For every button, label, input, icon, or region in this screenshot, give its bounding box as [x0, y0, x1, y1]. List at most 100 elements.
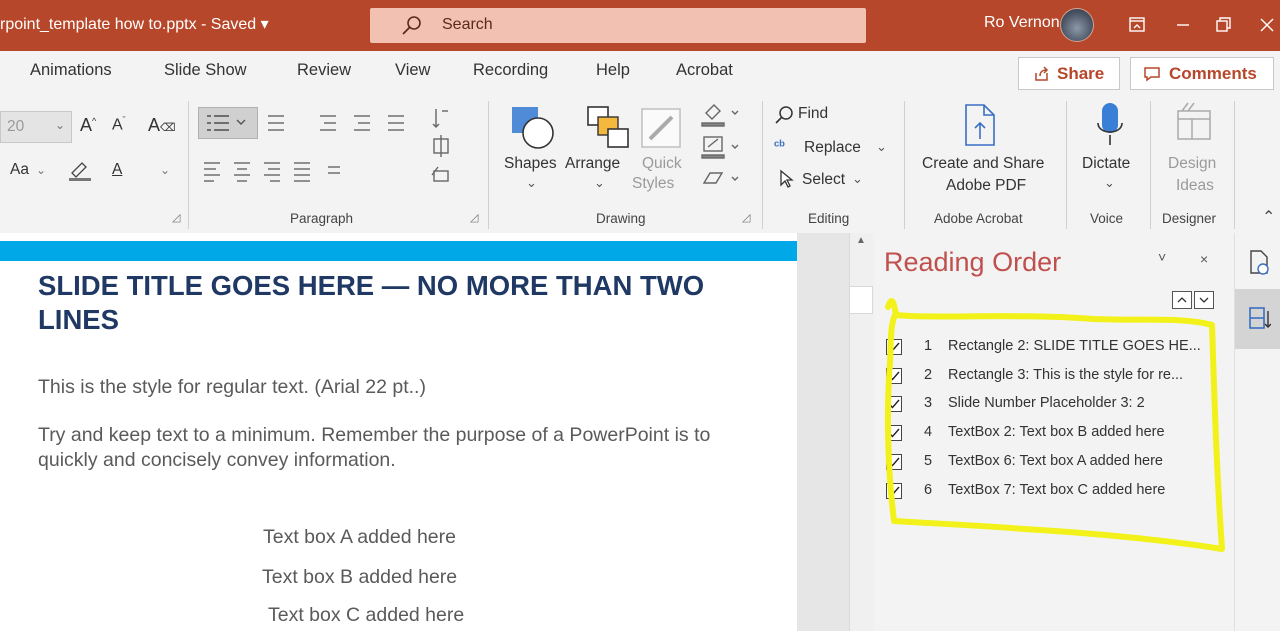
microphone-icon: [1097, 103, 1123, 145]
group-label-editing: Editing: [808, 211, 850, 226]
ideas-label[interactable]: Ideas: [1176, 177, 1214, 195]
bullets-button[interactable]: [198, 107, 258, 139]
share-button[interactable]: Share: [1018, 57, 1120, 90]
move-up-button[interactable]: [1172, 291, 1192, 309]
group-label-adobe: Adobe Acrobat: [934, 211, 1023, 226]
alignment-icons[interactable]: [200, 157, 360, 185]
chevron-down-icon: [1199, 297, 1209, 303]
document-title[interactable]: rpoint_template how to.pptx - Saved ▾: [0, 14, 269, 34]
accessibility-check-icon[interactable]: [1247, 249, 1271, 277]
text-box-b[interactable]: Text box B added here: [262, 565, 457, 590]
list-item[interactable]: 3 Slide Number Placeholder 3: 2: [884, 394, 1224, 418]
grow-font-icon[interactable]: A^: [80, 115, 96, 136]
replace-icon: ᶜᵇ: [774, 137, 785, 153]
share-icon: [1035, 66, 1049, 81]
shapes-icon: [512, 107, 554, 149]
scroll-thumb[interactable]: [849, 286, 873, 314]
comments-label: Comments: [1169, 64, 1257, 83]
dialog-launcher-icon[interactable]: ◿: [470, 211, 478, 224]
reading-order-pane: Reading Order ˅ × 1 Rectangle 2: SLIDE T…: [874, 233, 1234, 631]
list-item-number: 1: [924, 338, 933, 354]
pane-close-icon[interactable]: ×: [1200, 251, 1208, 267]
user-name[interactable]: Ro Vernon: [984, 14, 1060, 32]
create-share-label[interactable]: Create and Share: [922, 155, 1044, 173]
tab-recording[interactable]: Recording: [473, 61, 548, 80]
editor-background: [797, 233, 849, 631]
arrange-icon: [587, 106, 629, 148]
list-item-number: 2: [924, 367, 933, 383]
list-item[interactable]: 4 TextBox 2: Text box B added here: [884, 423, 1224, 447]
ribbon-display-icon[interactable]: [1122, 10, 1152, 40]
tab-acrobat[interactable]: Acrobat: [676, 61, 733, 80]
shapes-button[interactable]: Shapes: [504, 155, 557, 173]
list-item-number: 5: [924, 453, 933, 469]
collapse-ribbon-icon[interactable]: ⌃: [1262, 207, 1275, 227]
arrange-button[interactable]: Arrange: [565, 155, 620, 173]
group-label-designer: Designer: [1162, 211, 1217, 226]
scroll-up-icon[interactable]: ▲: [856, 235, 866, 246]
list-item-label: TextBox 6: Text box A added here: [948, 453, 1163, 469]
text-box-c[interactable]: Text box C added here: [268, 603, 464, 628]
text-direction-icons[interactable]: [428, 105, 468, 195]
list-item[interactable]: 2 Rectangle 3: This is the style for re.…: [884, 366, 1224, 390]
adobe-pdf-label[interactable]: Adobe PDF: [946, 177, 1026, 195]
tab-help[interactable]: Help: [596, 61, 630, 80]
bullets-icon: [207, 115, 246, 131]
checkbox[interactable]: [886, 454, 902, 470]
checkbox[interactable]: [886, 425, 902, 441]
comment-icon: [1144, 67, 1160, 82]
list-item-number: 6: [924, 482, 933, 498]
list-item[interactable]: 6 TextBox 7: Text box C added here: [884, 481, 1224, 505]
slide-body-text-2[interactable]: Try and keep text to a minimum. Remember…: [38, 423, 738, 473]
change-case-button[interactable]: Aa: [10, 161, 29, 179]
list-item[interactable]: 5 TextBox 6: Text box A added here: [884, 452, 1224, 476]
share-label: Share: [1057, 64, 1105, 83]
checkbox[interactable]: [886, 396, 902, 412]
font-size-combo[interactable]: 20 ⌄: [0, 111, 72, 143]
text-box-a[interactable]: Text box A added here: [263, 525, 456, 550]
checkbox[interactable]: [886, 339, 902, 355]
pane-options-icon[interactable]: ˅: [1158, 249, 1166, 265]
tab-review[interactable]: Review: [297, 61, 351, 80]
group-label-paragraph: Paragraph: [290, 211, 354, 226]
list-indent-icons[interactable]: [262, 109, 422, 137]
font-color-icon[interactable]: A: [112, 161, 122, 179]
ribbon: 20 ⌄ A^ Aˇ A⌫ Aa ⌄ A ⌄ ◿ Paragraph ◿ Sha…: [0, 95, 1280, 234]
reading-order-tab[interactable]: [1235, 289, 1280, 349]
select-button[interactable]: Select: [802, 171, 845, 189]
comments-button[interactable]: Comments: [1130, 57, 1274, 90]
checkbox[interactable]: [886, 368, 902, 384]
highlight-icon[interactable]: [66, 157, 94, 183]
design-ideas-label[interactable]: Design: [1168, 155, 1216, 173]
checkbox[interactable]: [886, 483, 902, 499]
font-size-value: 20: [7, 118, 25, 135]
tab-animations[interactable]: Animations: [30, 61, 112, 80]
shrink-font-icon[interactable]: Aˇ: [112, 115, 126, 134]
list-item[interactable]: 1 Rectangle 2: SLIDE TITLE GOES HE...: [884, 337, 1224, 361]
shape-format-icons[interactable]: [696, 99, 746, 195]
replace-button[interactable]: Replace: [804, 139, 861, 157]
slide-body-text-1[interactable]: This is the style for regular text. (Ari…: [38, 375, 426, 400]
clear-formatting-icon[interactable]: A⌫: [148, 115, 176, 136]
restore-icon[interactable]: [1208, 10, 1238, 40]
chevron-down-icon: ⌄: [1104, 175, 1115, 190]
list-item-number: 4: [924, 424, 933, 440]
find-button[interactable]: Find: [798, 105, 828, 123]
minimize-icon[interactable]: [1168, 10, 1198, 40]
move-down-button[interactable]: [1194, 291, 1214, 309]
chevron-down-icon: ⌄: [852, 171, 863, 186]
search-box[interactable]: Search: [370, 8, 866, 43]
slide-title[interactable]: SLIDE TITLE GOES HERE — NO MORE THAN TWO…: [38, 269, 738, 337]
dictate-button[interactable]: Dictate: [1082, 155, 1130, 173]
ribbon-tabs: Animations Slide Show Review View Record…: [0, 51, 1280, 95]
list-item-number: 3: [924, 395, 933, 411]
dialog-launcher-icon[interactable]: ◿: [172, 211, 180, 224]
avatar[interactable]: [1060, 8, 1094, 42]
styles-label[interactable]: Styles: [632, 175, 674, 193]
slide-canvas[interactable]: SLIDE TITLE GOES HERE — NO MORE THAN TWO…: [0, 233, 797, 631]
tab-view[interactable]: View: [395, 61, 430, 80]
tab-slide-show[interactable]: Slide Show: [164, 61, 247, 80]
close-icon[interactable]: [1252, 10, 1280, 40]
quick-styles-label[interactable]: Quick: [642, 155, 682, 173]
dialog-launcher-icon[interactable]: ◿: [742, 211, 750, 224]
